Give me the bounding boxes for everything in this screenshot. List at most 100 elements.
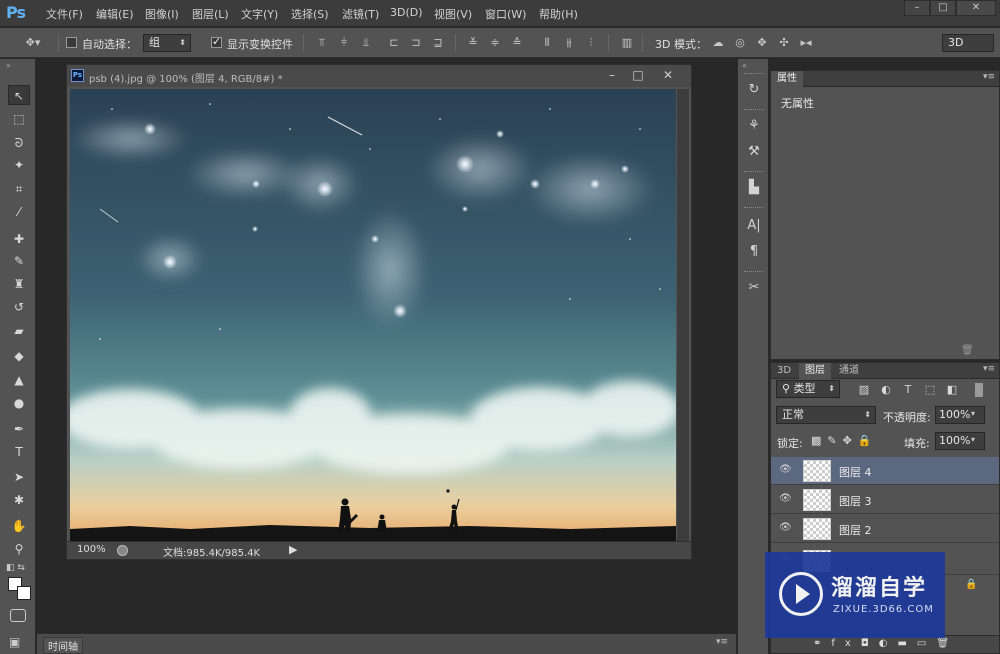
menu-type[interactable]: 文字(Y) [241, 6, 278, 22]
distribute-bottom-icon[interactable]: ≙ [510, 36, 524, 50]
character-panel-icon[interactable]: A| [744, 217, 764, 235]
workspace-dropdown[interactable]: 3D [942, 34, 994, 52]
marquee-tool[interactable]: ⬚ [8, 109, 30, 129]
status-menu-arrow-icon[interactable]: ▶ [289, 543, 297, 556]
align-top-icon[interactable]: ⫪ [315, 36, 329, 50]
menu-help[interactable]: 帮助(H) [539, 6, 578, 22]
filter-adjustment-icon[interactable]: ◐ [879, 383, 893, 397]
3d-rotate-icon[interactable]: ☁ [711, 36, 725, 50]
shape-tool[interactable]: ✱ [8, 490, 30, 510]
trash-icon[interactable]: 🗑 [961, 345, 974, 356]
blend-mode-dropdown[interactable]: 正常 ⬍ [776, 406, 876, 424]
auto-align-icon[interactable]: ▥ [620, 36, 634, 50]
hand-tool[interactable]: ✋ [8, 516, 30, 536]
history-panel-icon[interactable]: ↻ [744, 81, 764, 99]
menu-filter[interactable]: 滤镜(T) [342, 6, 379, 22]
filter-smart-object-icon[interactable]: ◧ [945, 383, 959, 397]
status-info-icon[interactable] [117, 545, 128, 556]
layer-row[interactable]: 👁 图层 2 [771, 515, 999, 543]
menu-window[interactable]: 窗口(W) [485, 6, 526, 22]
eyedropper-tool[interactable]: ⁄ [8, 202, 30, 222]
layer-row[interactable]: 👁 图层 4 [771, 457, 999, 485]
dock-grip[interactable] [744, 73, 764, 76]
filter-kind-dropdown[interactable]: ⚲ 类型 ⬍ [776, 380, 840, 398]
layer-actions-icons[interactable]: ⚭fx◘◐▬▭🗑 [813, 638, 959, 649]
fill-input[interactable]: 100% [935, 432, 985, 450]
type-tool[interactable]: T [8, 442, 30, 462]
screen-mode-icon[interactable]: ▣ [9, 635, 20, 649]
3d-pan-icon[interactable]: ✥ [755, 36, 769, 50]
menu-select[interactable]: 选择(S) [291, 6, 329, 22]
background-color-swatch[interactable] [17, 586, 31, 600]
brush-panel-icon[interactable]: ⚘ [744, 117, 764, 135]
opacity-input[interactable]: 100% [935, 406, 985, 424]
tab-timeline[interactable]: 时间轴 [43, 637, 83, 654]
menu-layer[interactable]: 图层(L) [192, 6, 229, 22]
panel-menu-icon[interactable]: ▾≡ [983, 72, 995, 82]
dock-grip[interactable] [744, 271, 764, 274]
menu-3d[interactable]: 3D(D) [390, 6, 423, 19]
tab-properties[interactable]: 属性 [771, 71, 803, 87]
filter-pixel-icon[interactable]: ▨ [857, 383, 871, 397]
lasso-tool[interactable]: ᘐ [8, 133, 30, 153]
tab-layers[interactable]: 图层 [799, 363, 831, 379]
layer-row[interactable]: 👁 图层 3 [771, 486, 999, 514]
doc-maximize-button[interactable]: □ [625, 67, 651, 83]
3d-scale-icon[interactable]: ▸◂ [799, 36, 813, 50]
crop-tool[interactable]: ⌗ [8, 179, 30, 199]
doc-close-button[interactable]: ✕ [655, 67, 681, 83]
show-transform-checkbox[interactable] [211, 35, 222, 48]
stamp-tool[interactable]: ♜ [8, 274, 30, 294]
quick-mask-icon[interactable] [10, 609, 26, 622]
auto-select-checkbox[interactable] [66, 37, 77, 48]
clone-source-icon[interactable]: ▙ [744, 179, 764, 197]
align-bottom-icon[interactable]: ⫫ [359, 36, 373, 50]
zoom-level[interactable]: 100% [77, 544, 106, 555]
chevron-down-icon[interactable]: ▾ [971, 435, 975, 444]
close-button[interactable]: ✕ [956, 0, 996, 16]
3d-roll-icon[interactable]: ◎ [733, 36, 747, 50]
align-vcenter-icon[interactable]: ⫩ [337, 36, 351, 50]
zoom-tool[interactable]: ⚲ [8, 539, 30, 559]
eraser-tool[interactable]: ▰ [8, 321, 30, 341]
vertical-scrollbar[interactable] [677, 89, 689, 541]
dock-grip[interactable] [744, 109, 764, 112]
align-left-icon[interactable]: ⊏ [387, 36, 401, 50]
move-tool-preset-icon[interactable]: ✥▾ [22, 36, 44, 50]
brush-tool[interactable]: ✎ [8, 251, 30, 271]
chevron-down-icon[interactable]: ▾ [971, 409, 975, 418]
bucket-tool[interactable]: ◆ [8, 346, 30, 366]
tool-presets-icon[interactable]: ✂ [744, 279, 764, 297]
history-brush-tool[interactable]: ↺ [8, 297, 30, 317]
align-right-icon[interactable]: ⊒ [431, 36, 445, 50]
panel-menu-icon[interactable]: ▾≡ [983, 364, 995, 374]
default-colors-icon[interactable]: ◧ ⇆ [6, 563, 25, 573]
panel-menu-icon[interactable]: ▾≡ [716, 637, 728, 647]
collapse-toolbox-icon[interactable]: » [6, 61, 11, 70]
3d-slide-icon[interactable]: ✣ [777, 36, 791, 50]
dock-grip[interactable] [744, 171, 764, 174]
distribute-hcenter-icon[interactable]: ⫵ [562, 36, 576, 50]
pen-tool[interactable]: ✒ [8, 419, 30, 439]
tab-3d[interactable]: 3D [771, 363, 797, 379]
visibility-eye-icon[interactable]: 👁 [779, 464, 792, 475]
dodge-tool[interactable]: ● [8, 393, 30, 413]
doc-minimize-button[interactable]: – [599, 67, 625, 83]
visibility-eye-icon[interactable]: 👁 [779, 493, 792, 504]
menu-image[interactable]: 图像(I) [145, 6, 179, 22]
filter-toggle[interactable] [975, 383, 983, 397]
dock-grip[interactable] [744, 207, 764, 210]
blur-tool[interactable]: ▲ [8, 370, 30, 390]
expand-dock-icon[interactable]: « [742, 61, 747, 70]
align-hcenter-icon[interactable]: ⊐ [409, 36, 423, 50]
filter-shape-icon[interactable]: ⬚ [923, 383, 937, 397]
distribute-left-icon[interactable]: ⫴ [540, 36, 554, 50]
move-tool[interactable]: ↖ [8, 85, 30, 105]
menu-edit[interactable]: 编辑(E) [96, 6, 134, 22]
minimize-button[interactable]: – [904, 0, 930, 16]
distribute-vcenter-icon[interactable]: ≑ [488, 36, 502, 50]
document-titlebar[interactable]: Ps psb (4).jpg @ 100% (图层 4, RGB/8#) * –… [67, 65, 691, 87]
auto-select-dropdown[interactable]: 组 ⬍ [143, 34, 191, 52]
menu-file[interactable]: 文件(F) [46, 6, 83, 22]
lock-options-icons[interactable]: ▩✎✥🔒 [811, 434, 878, 447]
